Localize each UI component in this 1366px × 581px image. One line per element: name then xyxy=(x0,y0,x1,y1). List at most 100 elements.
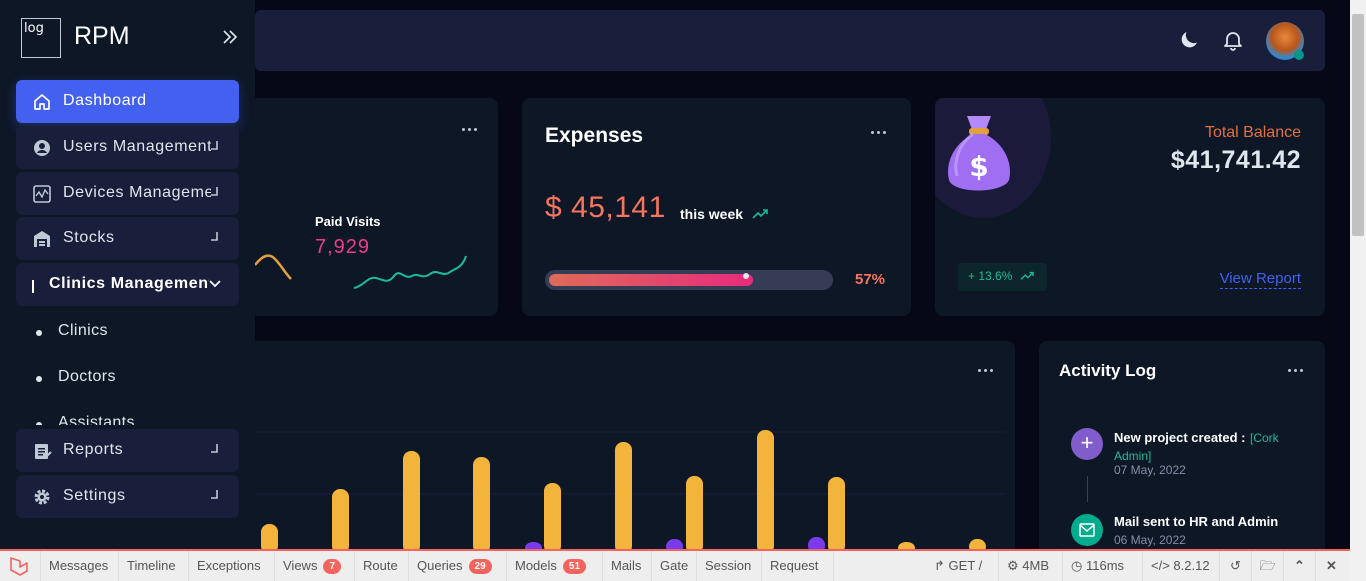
php-version-text: 8.2.12 xyxy=(1173,558,1210,573)
debugbar-tab-session[interactable]: Session xyxy=(697,551,762,581)
submenu-item-clinics[interactable]: Clinics xyxy=(36,322,108,340)
chevron-up-icon[interactable]: ⌃ xyxy=(1283,551,1315,581)
logo-alt-text: log xyxy=(24,21,44,36)
clock-icon: ◷ xyxy=(1071,558,1083,573)
debugbar-tab-label: Queries xyxy=(417,558,463,573)
debugbar-tab-views[interactable]: Views 7 xyxy=(275,551,355,581)
sidebar-item-users[interactable]: Users Management xyxy=(16,126,239,169)
sidebar-item-label: Clinics Management xyxy=(49,275,209,292)
submenu-item-doctors[interactable]: Doctors xyxy=(36,368,116,386)
debugbar-tab-label: Mails xyxy=(611,558,642,573)
sidebar-item-label: Devices Management xyxy=(63,184,211,201)
corner-arrow-icon xyxy=(211,444,218,453)
expenses-progress xyxy=(545,270,833,290)
php-version[interactable]: </> 8.2.12 xyxy=(1142,551,1210,581)
trending-up-icon xyxy=(1020,271,1034,280)
user-avatar[interactable] xyxy=(1266,22,1304,60)
chevron-down-icon xyxy=(209,280,221,288)
user-circle-icon xyxy=(34,140,50,156)
debugbar-tab-label: Views xyxy=(283,558,318,573)
sidebar-item-label: Stocks xyxy=(63,229,115,246)
debugbar-tab-label: Messages xyxy=(49,558,109,573)
balance-label: Total Balance xyxy=(1204,124,1301,141)
chart-bar xyxy=(828,477,845,550)
expenses-more-icon[interactable] xyxy=(871,131,887,135)
sidebar: log RPM Dashboard Users Management Devic… xyxy=(0,0,255,549)
money-bag-icon: $ xyxy=(948,116,1010,191)
sidebar-item-label: Settings xyxy=(63,487,126,504)
history-icon[interactable]: ↺ xyxy=(1219,551,1251,581)
sidebar-item-devices[interactable]: Devices Management xyxy=(16,172,239,215)
redo-icon: ↱ xyxy=(934,558,945,573)
chart-more-icon[interactable] xyxy=(978,369,994,373)
debugbar-tab-exceptions[interactable]: Exceptions xyxy=(189,551,275,581)
chart-bar xyxy=(686,476,703,550)
sidebar-item-label: Reports xyxy=(63,441,124,458)
submenu-item-label: Doctors xyxy=(58,368,116,385)
chart-bar xyxy=(473,457,490,550)
timeline-connector xyxy=(1087,476,1088,502)
activity-entry-text: New project created : xyxy=(1114,430,1246,445)
moon-icon[interactable] xyxy=(1177,28,1201,52)
sidebar-item-reports[interactable]: Reports xyxy=(16,429,239,472)
bar-icon xyxy=(32,280,34,293)
logo-image: log xyxy=(21,18,61,58)
visits-more-icon[interactable] xyxy=(462,128,478,132)
code-icon: </> xyxy=(1151,558,1170,573)
debugbar-tab-models[interactable]: Models 51 xyxy=(507,551,603,581)
bell-icon[interactable] xyxy=(1221,28,1245,52)
activity-icon xyxy=(33,185,51,203)
debugbar-tab-route[interactable]: Route xyxy=(355,551,409,581)
chart-bar xyxy=(261,524,278,550)
balance-change-badge: + 13.6% xyxy=(958,263,1047,291)
corner-arrow-icon xyxy=(211,490,218,499)
laravel-logo-icon[interactable] xyxy=(0,551,41,581)
debugbar-tab-mails[interactable]: Mails xyxy=(603,551,652,581)
close-icon[interactable]: ✕ xyxy=(1315,551,1347,581)
debugbar-tab-label: Session xyxy=(705,558,752,573)
expenses-progress-knob xyxy=(743,273,749,279)
corner-arrow-icon xyxy=(211,141,218,150)
sidebar-item-settings[interactable]: Settings xyxy=(16,475,239,518)
activity-entry: New project created : [Cork Admin] xyxy=(1114,429,1304,465)
chart-bar xyxy=(615,442,632,550)
home-icon xyxy=(34,94,50,110)
duration-text: 116ms xyxy=(1085,558,1125,573)
debugbar-tab-request[interactable]: Request xyxy=(762,551,834,581)
sidebar-item-label: Dashboard xyxy=(63,92,147,109)
activity-entry-date: 07 May, 2022 xyxy=(1114,463,1186,477)
activity-more-icon[interactable] xyxy=(1288,369,1304,373)
expenses-percent: 57% xyxy=(855,271,886,288)
brand-name: RPM xyxy=(74,22,130,50)
request-duration[interactable]: ◷ 116ms xyxy=(1062,551,1124,581)
plus-icon: + xyxy=(1071,428,1103,460)
chart-bar xyxy=(403,451,420,550)
view-report-link[interactable]: View Report xyxy=(1219,270,1301,289)
svg-text:$: $ xyxy=(969,150,988,183)
sidebar-item-clinics-management[interactable]: Clinics Management xyxy=(16,263,239,306)
debugbar-tab-label: Route xyxy=(363,558,398,573)
memory-usage[interactable]: ⚙ 4MB xyxy=(998,551,1049,581)
debugbar-tab-label: Gate xyxy=(660,558,689,573)
activity-title: Activity Log xyxy=(1059,361,1157,380)
debugbar-tab-label: Exceptions xyxy=(197,558,261,573)
debugbar-tab-messages[interactable]: Messages xyxy=(41,551,119,581)
sidebar-item-dashboard[interactable]: Dashboard xyxy=(16,80,239,123)
bar-chart xyxy=(255,430,1005,550)
expenses-amount: $ 45,141 xyxy=(545,191,666,224)
debugbar-tab-timeline[interactable]: Timeline xyxy=(119,551,189,581)
sidebar-item-stocks[interactable]: Stocks xyxy=(16,217,239,260)
debugbar-tab-queries[interactable]: Queries 29 xyxy=(409,551,507,581)
scrollbar-thumb[interactable] xyxy=(1352,14,1364,236)
balance-value: $41,741.42 xyxy=(1170,146,1301,174)
gear-icon xyxy=(34,489,50,505)
folder-open-icon[interactable]: 🗁 xyxy=(1251,551,1283,581)
debugbar-tab-badge: 29 xyxy=(468,559,492,574)
debugbar-tab-badge: 7 xyxy=(323,559,342,574)
corner-arrow-icon xyxy=(211,187,218,196)
chart-bar xyxy=(757,430,774,550)
request-method[interactable]: ↱ GET / xyxy=(934,551,982,581)
debugbar-tab-gate[interactable]: Gate xyxy=(652,551,697,581)
expenses-period: this week xyxy=(680,206,744,222)
double-chevron-right-icon[interactable] xyxy=(221,28,239,46)
